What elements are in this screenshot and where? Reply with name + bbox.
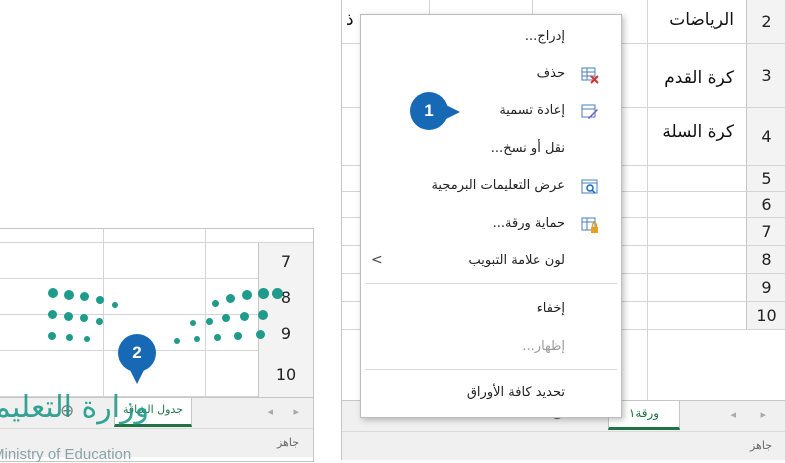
row-number[interactable]: 2 [746, 0, 785, 43]
menu-item-label: إخفاء [536, 301, 565, 316]
menu-item-label: حذف [536, 66, 565, 81]
scroll-right-arrow-icon[interactable]: ▸ [760, 408, 766, 421]
watermark-arabic-text: وزارة التعليم [0, 390, 150, 425]
menu-item-protect-sheet[interactable]: حماية ورقة... [361, 210, 621, 240]
row-number[interactable]: 9 [746, 274, 785, 301]
menu-item-label: حماية ورقة... [492, 216, 565, 231]
menu-item-label: إدراج... [524, 29, 565, 44]
menu-separator [365, 283, 617, 284]
menu-item-rename[interactable]: إعادة تسمية [361, 97, 621, 127]
menu-item-move-copy[interactable]: نقل أو نسخ... [361, 135, 621, 165]
cell-text[interactable]: كرة القدم [664, 68, 734, 88]
status-ready-label: جاهز [749, 439, 772, 452]
watermark-english-text: Ministry of Education [0, 446, 132, 463]
menu-separator [365, 369, 617, 370]
menu-item-label: نقل أو نسخ... [490, 141, 565, 156]
row-number[interactable]: 10 [746, 302, 785, 329]
row-number[interactable]: 3 [746, 44, 785, 107]
menu-item-hide[interactable]: إخفاء [361, 295, 621, 325]
row-number[interactable]: 6 [746, 192, 785, 217]
callout-pointer-icon [129, 368, 145, 384]
menu-item-label: تحديد كافة الأوراق [466, 385, 565, 400]
cell-text[interactable]: الرياضات [669, 10, 734, 30]
row-number[interactable]: 4 [746, 108, 785, 165]
row-number[interactable]: 5 [746, 166, 785, 191]
ministry-watermark: وزارة التعليم Ministry of Education [0, 280, 300, 463]
step-callout-badge: 1 [410, 92, 448, 130]
status-bar: جاهز [342, 431, 785, 460]
menu-item-select-all-sheets[interactable]: تحديد كافة الأوراق [361, 379, 621, 409]
menu-item-insert[interactable]: إدراج... [361, 23, 621, 53]
submenu-chevron-icon: < [371, 252, 383, 268]
table-row[interactable]: 7 [0, 243, 313, 279]
menu-item-view-code[interactable]: عرض التعليمات البرمجية [361, 172, 621, 202]
row-number[interactable]: 7 [258, 243, 313, 279]
cell-text[interactable]: كرة السلة [662, 122, 734, 142]
step-callout-badge: 2 [118, 334, 156, 372]
menu-item-label: إعادة تسمية [499, 103, 565, 118]
menu-item-label: إظهار... [522, 339, 565, 354]
view-code-icon [581, 179, 598, 194]
delete-sheet-icon [581, 67, 599, 84]
menu-item-label: عرض التعليمات البرمجية [431, 178, 565, 193]
menu-item-unhide[interactable]: إظهار... [361, 333, 621, 363]
callout-pointer-icon [444, 104, 460, 120]
menu-item-delete[interactable]: حذف [361, 60, 621, 90]
menu-item-label: لون علامة التبويب [468, 253, 565, 268]
scroll-left-arrow-icon[interactable]: ◂ [730, 408, 736, 421]
sheet-context-menu: إدراج... حذف إعادة تسمية نقل أو نسخ... ع… [360, 14, 622, 418]
protect-sheet-icon [581, 217, 598, 233]
table-row[interactable] [0, 229, 313, 243]
rename-sheet-icon [581, 104, 598, 119]
row-number[interactable]: 8 [746, 246, 785, 273]
menu-item-tab-color[interactable]: لون علامة التبويب < [361, 247, 621, 277]
row-number[interactable]: 7 [746, 218, 785, 245]
